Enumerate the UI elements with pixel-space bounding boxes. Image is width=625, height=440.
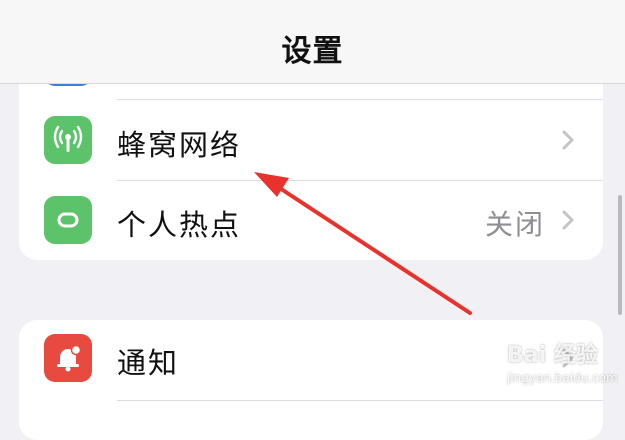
watermark-url: jingyan.baidu.com [507, 371, 618, 385]
watermark-brand: Bai 经验 [507, 343, 598, 368]
baidu-watermark: Bai 经验 jingyan.baidu.com [507, 335, 618, 395]
